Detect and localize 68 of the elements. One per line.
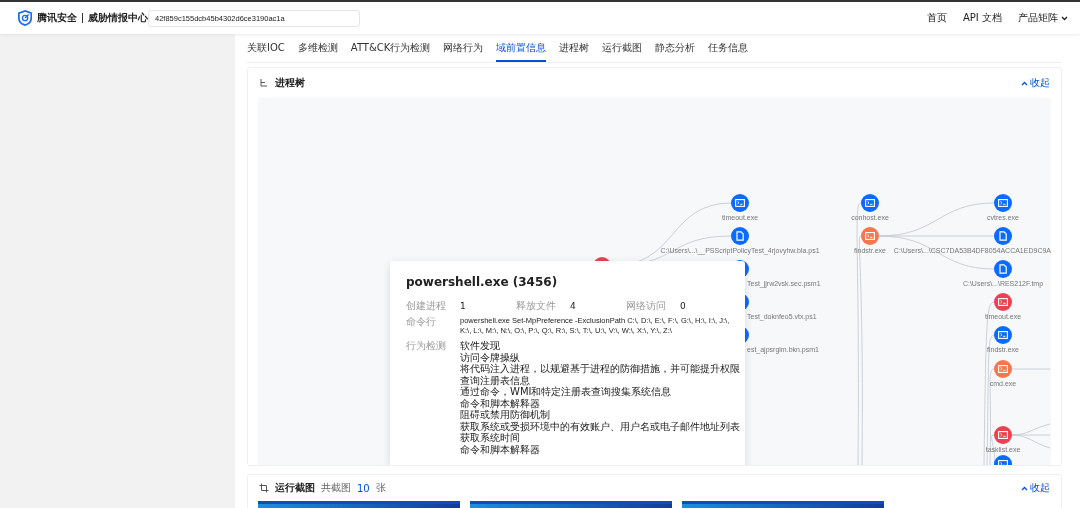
crop-icon	[259, 483, 269, 493]
chevron-up-icon	[1021, 485, 1028, 491]
terminal-icon	[998, 199, 1008, 207]
terminal-icon	[998, 298, 1008, 306]
count-prefix: 共截图	[321, 481, 351, 495]
tree-node[interactable]	[994, 194, 1012, 212]
behavior-item: 通过命令，WMI和特定注册表查询搜集系统信息	[460, 386, 673, 398]
behavior-item: 访问令牌操纵	[460, 351, 520, 363]
tab[interactable]: 进程树	[559, 36, 590, 62]
behavior-item: 命令和脚本解释器	[460, 443, 541, 455]
tree-node[interactable]	[731, 194, 749, 212]
tab[interactable]: 运行截图	[602, 36, 643, 62]
document-icon	[999, 264, 1007, 274]
behavior-item: 软件发现	[460, 340, 501, 352]
tab[interactable]: 任务信息	[708, 36, 749, 62]
terminal-icon	[998, 431, 1008, 439]
shield-logo-icon	[18, 9, 33, 27]
behavior-item: 阻碍或禁用防御机制	[460, 409, 551, 421]
tree-node[interactable]	[994, 260, 1012, 278]
document-icon	[999, 231, 1007, 241]
terminal-icon	[735, 199, 745, 207]
behavior-item: 查询注册表信息	[460, 374, 531, 386]
panel-title: 运行截图	[275, 481, 315, 495]
behavior-item: 获取系统时间	[460, 432, 520, 444]
tab[interactable]: 域前置信息	[496, 36, 547, 62]
behavior-item: 将代码注入进程，以规避基于进程的防御措施，并可能提升权限	[460, 363, 740, 375]
behavior-item: 获取系统或受损环境中的有效账户、用户名或电子邮件地址列表	[460, 420, 740, 432]
count-suffix: 张	[375, 481, 386, 495]
tab[interactable]: 多维检测	[297, 36, 338, 62]
stat-value: 0	[680, 300, 687, 312]
tree-node[interactable]	[994, 227, 1012, 245]
terminal-icon	[865, 199, 875, 207]
tree-node[interactable]	[994, 360, 1012, 378]
tab[interactable]: 静态分析	[655, 36, 696, 62]
terminal-icon	[865, 232, 875, 240]
field-label: 命令行	[406, 316, 437, 329]
tree-node[interactable]	[731, 227, 749, 245]
panel-title: 进程树	[275, 76, 305, 90]
tree-node[interactable]	[861, 194, 879, 212]
collapse-link[interactable]: 收起	[1021, 76, 1050, 90]
stat-value: 1	[460, 300, 467, 312]
stat-label: 释放文件	[516, 300, 557, 312]
screenshot-count: 10	[357, 482, 370, 494]
stat-label: 创建进程	[406, 300, 447, 312]
nav-link[interactable]: 首页	[927, 11, 947, 25]
tab[interactable]: ATT&CK行为检测	[350, 36, 431, 62]
field-label: 行为检测	[406, 340, 447, 353]
menu-link[interactable]: 产品矩阵	[1018, 11, 1068, 25]
stat-value: 4	[570, 300, 577, 312]
tree-icon	[259, 78, 269, 88]
tree-node[interactable]	[861, 227, 879, 245]
nav-link[interactable]: API 文档	[963, 11, 1002, 25]
tree-node[interactable]	[994, 293, 1012, 311]
tab[interactable]: 网络行为	[443, 36, 484, 62]
tree-node[interactable]	[994, 326, 1012, 344]
stat-label: 网络访问	[626, 300, 667, 312]
collapse-link[interactable]: 收起	[1021, 481, 1050, 495]
brand-name: 腾讯安全	[37, 11, 78, 25]
document-icon	[736, 231, 744, 241]
chevron-up-icon	[1021, 80, 1028, 86]
tree-node[interactable]	[994, 426, 1012, 444]
product-name: 威胁情报中心	[88, 11, 148, 25]
chevron-down-icon	[1061, 15, 1068, 21]
terminal-icon	[998, 331, 1008, 339]
behavior-item: 命令和脚本解释器	[460, 397, 540, 409]
popup-title: powershell.exe (3456)	[406, 275, 559, 289]
tab[interactable]: 关联IOC	[247, 36, 285, 62]
terminal-icon	[998, 365, 1008, 373]
